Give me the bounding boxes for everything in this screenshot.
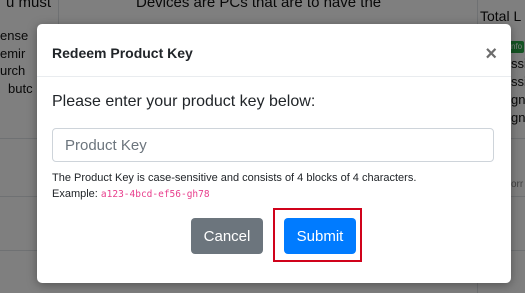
- redeem-product-key-dialog: Redeem Product Key × Please enter your p…: [37, 24, 511, 283]
- example-label: Example:: [52, 188, 98, 200]
- key-prompt: Please enter your product key below:: [52, 93, 316, 110]
- modal-title: Redeem Product Key: [52, 45, 193, 61]
- submit-highlight-box: [273, 208, 362, 262]
- cancel-button[interactable]: Cancel: [191, 218, 263, 254]
- modal-body: Please enter your product key below: The…: [52, 93, 496, 200]
- modal-header: Redeem Product Key ×: [37, 24, 511, 77]
- product-key-input[interactable]: [52, 128, 494, 162]
- close-icon[interactable]: ×: [485, 44, 497, 64]
- help-description: The Product Key is case-sensitive and co…: [52, 172, 417, 184]
- example-key: a123-4bcd-ef56-gh78: [100, 189, 210, 200]
- key-help-text: The Product Key is case-sensitive and co…: [52, 170, 496, 203]
